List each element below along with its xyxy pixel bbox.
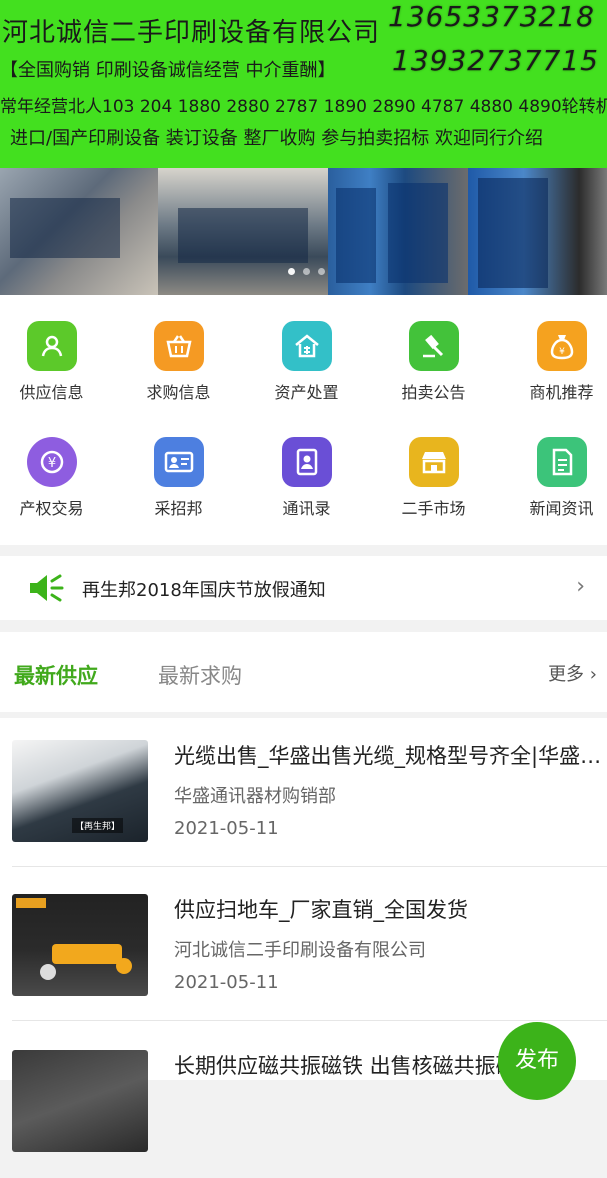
id-card-icon	[153, 437, 204, 487]
supply-list: 【再生邦】 光缆出售_华盛出售光缆_规格型号齐全|华盛通讯器材 华盛通讯器材购销…	[0, 718, 607, 1152]
grid-item-demand[interactable]: 求购信息	[118, 321, 239, 403]
grid-item-equity[interactable]: ¥ 产权交易	[0, 437, 112, 519]
grid-label: 资产处置	[274, 383, 339, 402]
item-date: 2021-05-11	[174, 818, 279, 839]
divider	[12, 866, 607, 867]
news-icon	[536, 437, 587, 487]
notice-text: 再生邦2018年国庆节放假通知	[82, 580, 326, 601]
banner-models: 常年经营北人103 204 1880 2880 2787 1890 2890 4…	[0, 97, 607, 117]
carousel-dot[interactable]	[303, 268, 310, 275]
thumb-wheel	[40, 964, 56, 980]
grid-item-supply[interactable]: 供应信息	[0, 321, 112, 403]
grid-label: 拍卖公告	[401, 383, 466, 402]
carousel-dot[interactable]	[288, 268, 295, 275]
more-label: 更多	[548, 664, 585, 685]
grid-item-auction[interactable]: 拍卖公告	[373, 321, 494, 403]
thumb-wheel	[116, 958, 132, 974]
item-thumbnail	[12, 1050, 148, 1152]
listing-tabs: 最新供应 最新求购 更多 ›	[0, 632, 607, 712]
item-date: 2021-05-11	[174, 972, 279, 993]
item-thumbnail	[12, 894, 148, 996]
contacts-icon	[281, 437, 332, 487]
thumb-product-body	[52, 944, 122, 964]
item-company: 河北诚信二手印刷设备有限公司	[174, 940, 426, 961]
banner-slogan: 【全国购销 印刷设备诚信经营 中介重酬】	[0, 60, 336, 81]
shop-icon	[408, 437, 459, 487]
item-thumbnail: 【再生邦】	[12, 740, 148, 842]
carousel-photo-2	[158, 168, 328, 295]
list-item[interactable]: 供应扫地车_厂家直销_全国发货 河北诚信二手印刷设备有限公司 2021-05-1…	[0, 872, 607, 1022]
carousel-dots	[288, 268, 325, 275]
divider	[12, 1020, 607, 1021]
basket-icon	[153, 321, 204, 371]
tab-latest-supply[interactable]: 最新供应	[14, 660, 98, 690]
exchange-icon: ¥	[26, 437, 77, 487]
money-bag-icon: ¥	[536, 321, 587, 371]
notice-bar[interactable]: 再生邦2018年国庆节放假通知 ›	[0, 556, 607, 620]
svg-text:¥: ¥	[559, 347, 565, 357]
grid-label: 供应信息	[19, 383, 84, 402]
item-title: 供应扫地车_厂家直销_全国发货	[174, 898, 468, 922]
banner-company: 河北诚信二手印刷设备有限公司	[2, 18, 381, 48]
list-item[interactable]: 【再生邦】 光缆出售_华盛出售光缆_规格型号齐全|华盛通讯器材 华盛通讯器材购销…	[0, 718, 607, 868]
banner-services: 进口/国产印刷设备 装订设备 整厂收购 参与拍卖招标 欢迎同行介绍	[10, 128, 543, 149]
grid-item-contacts[interactable]: 通讯录	[246, 437, 367, 519]
supply-icon	[26, 321, 77, 371]
thumb-watermark: 【再生邦】	[72, 818, 124, 833]
item-company: 华盛通讯器材购销部	[174, 786, 336, 807]
gavel-icon	[408, 321, 459, 371]
grid-label: 通讯录	[282, 499, 331, 518]
grid-item-opportunity[interactable]: ¥ 商机推荐	[501, 321, 607, 403]
promo-banner[interactable]: 河北诚信二手印刷设备有限公司 【全国购销 印刷设备诚信经营 中介重酬】 1365…	[0, 0, 607, 168]
grid-item-market[interactable]: 二手市场	[373, 437, 494, 519]
item-title: 光缆出售_华盛出售光缆_规格型号齐全|华盛通讯器材	[174, 744, 604, 768]
grid-label: 求购信息	[146, 383, 211, 402]
grid-item-assets[interactable]: 资产处置	[246, 321, 367, 403]
grid-label: 产权交易	[19, 499, 84, 518]
grid-label: 新闻资讯	[529, 499, 594, 518]
carousel-photo-1	[0, 168, 158, 295]
grid-label: 二手市场	[401, 499, 466, 518]
speaker-icon	[28, 572, 66, 608]
category-grid: 供应信息 求购信息 资产处置 拍卖公告 ¥ 商机推荐 ¥ 产权交易 采招邦 通讯…	[0, 295, 607, 545]
carousel-photo-3	[328, 168, 468, 295]
thumb-tag	[16, 898, 46, 908]
banner-phone-2: 13932737715	[392, 44, 599, 77]
publish-button[interactable]: 发布	[498, 1022, 576, 1100]
image-carousel[interactable]	[0, 168, 607, 295]
chevron-right-icon: ›	[589, 664, 597, 685]
more-link[interactable]: 更多 ›	[548, 660, 597, 686]
banner-phone-1: 13653373218	[388, 0, 595, 33]
grid-item-procurement[interactable]: 采招邦	[118, 437, 239, 519]
grid-item-news[interactable]: 新闻资讯	[501, 437, 607, 519]
grid-label: 商机推荐	[529, 383, 594, 402]
tab-latest-demand[interactable]: 最新求购	[158, 660, 242, 690]
carousel-photo-4	[468, 168, 607, 295]
carousel-dot[interactable]	[318, 268, 325, 275]
svg-text:¥: ¥	[47, 456, 55, 471]
chevron-right-icon: ›	[576, 574, 585, 599]
grid-label: 采招邦	[154, 499, 203, 518]
house-icon	[281, 321, 332, 371]
